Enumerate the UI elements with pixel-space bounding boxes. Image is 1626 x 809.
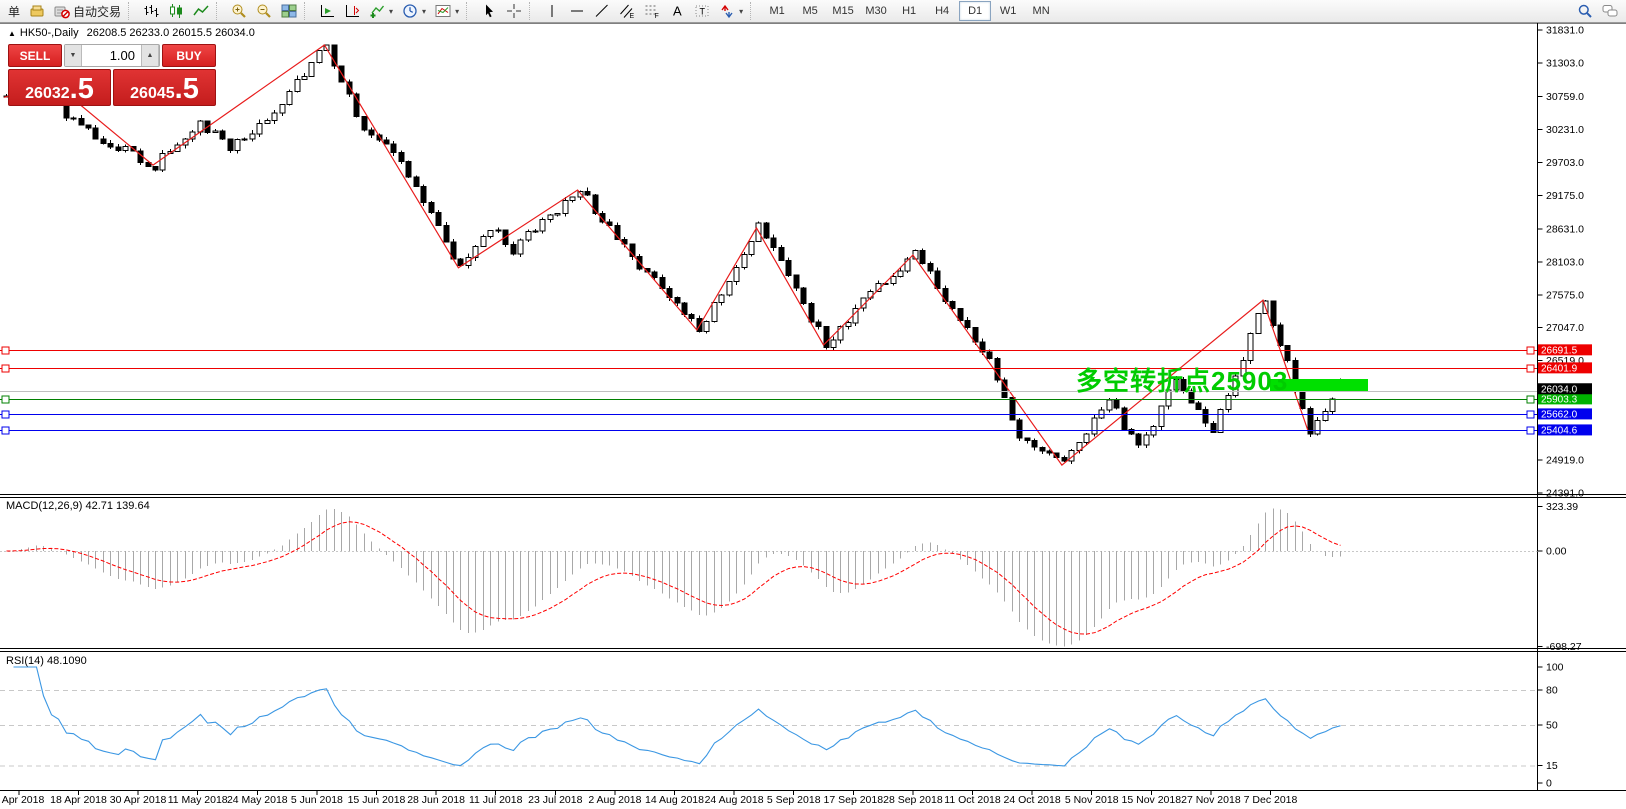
svg-text:24 May 2018: 24 May 2018 [227,794,288,806]
svg-text:29703.0: 29703.0 [1546,157,1584,169]
svg-text:6 Apr 2018: 6 Apr 2018 [0,794,44,806]
svg-text:24919.0: 24919.0 [1546,455,1584,467]
line-handle[interactable] [2,427,9,434]
sell-price-panel[interactable]: 26032.5 [8,69,111,106]
symbol-period-label: HK50-,Daily [20,27,79,39]
svg-text:7 Dec 2018: 7 Dec 2018 [1244,794,1298,806]
mt4-window: 单自动交易▾▾▾EFAT▾M1M5M15M30H1H4D1W1MN 31831.… [0,0,1626,809]
svg-text:24 Aug 2018: 24 Aug 2018 [705,794,764,806]
svg-text:30231.0: 30231.0 [1546,124,1584,136]
svg-text:11 Jul 2018: 11 Jul 2018 [469,794,523,806]
line-handle[interactable] [1527,396,1534,403]
svg-text:27575.0: 27575.0 [1546,289,1584,301]
svg-text:24 Oct 2018: 24 Oct 2018 [1003,794,1060,806]
price-axis: 31831.0 31303.0 30759.0 30231.0 29703.0 29175… [1538,25,1585,790]
chart-canvas: 31831.0 31303.0 30759.0 30231.0 29703.0 29175… [0,0,1626,809]
svg-text:17 Sep 2018: 17 Sep 2018 [824,794,884,806]
svg-text:24391.0: 24391.0 [1546,488,1584,500]
svg-text:28631.0: 28631.0 [1546,224,1584,236]
ohlc-values: 26208.5 26233.0 26015.5 26034.0 [87,27,255,39]
line-handle[interactable] [2,411,9,418]
svg-text:28103.0: 28103.0 [1546,256,1584,268]
svg-text:0.00: 0.00 [1546,546,1567,558]
volume-increase-button[interactable]: ▲ [141,45,159,66]
line-handle[interactable] [2,365,9,372]
svg-text:25903.3: 25903.3 [1541,394,1578,405]
line-handle[interactable] [1527,365,1534,372]
line-handle[interactable] [1527,347,1534,354]
candlestick-series [4,44,1343,464]
sell-price-frac: .5 [70,77,94,102]
svg-text:-698.27: -698.27 [1546,641,1582,653]
rsi-indicator-label: RSI(14) 48.1090 [6,655,87,667]
svg-text:26401.9: 26401.9 [1541,363,1578,374]
svg-text:14 Aug 2018: 14 Aug 2018 [645,794,704,806]
buy-price-main: 26045 [130,86,175,102]
price-tag: 26034.0 [1538,383,1592,395]
volume-stepper: ▼ 1.00 ▲ [64,44,160,67]
svg-text:25662.0: 25662.0 [1541,409,1578,420]
price-tag: 25404.6 [1538,424,1592,436]
svg-text:80: 80 [1546,685,1558,697]
svg-text:18 Apr 2018: 18 Apr 2018 [50,794,107,806]
line-handle[interactable] [2,396,9,403]
line-handle[interactable] [2,347,9,354]
svg-text:27 Nov 2018: 27 Nov 2018 [1181,794,1241,806]
svg-text:30 Apr 2018: 30 Apr 2018 [110,794,167,806]
pane-frames [0,23,1626,791]
macd-signal-line [7,522,1341,634]
svg-text:5 Nov 2018: 5 Nov 2018 [1065,794,1119,806]
svg-text:50: 50 [1546,720,1558,732]
svg-text:15 Nov 2018: 15 Nov 2018 [1122,794,1182,806]
svg-text:5 Jun 2018: 5 Jun 2018 [291,794,343,806]
svg-text:11 Oct 2018: 11 Oct 2018 [944,794,1001,806]
svg-text:0: 0 [1546,778,1552,790]
svg-text:23 Jul 2018: 23 Jul 2018 [528,794,582,806]
volume-decrease-button[interactable]: ▼ [65,45,82,66]
svg-text:323.39: 323.39 [1546,501,1578,513]
buy-button[interactable]: BUY [162,44,216,67]
price-tag: 26401.9 [1538,362,1592,374]
buy-price-panel[interactable]: 26045.5 [113,69,216,106]
line-handle[interactable] [1527,427,1534,434]
svg-text:28 Sep 2018: 28 Sep 2018 [883,794,943,806]
svg-text:100: 100 [1546,662,1564,674]
one-click-trading-panel: SELL ▼ 1.00 ▲ BUY 26032.5 26045.5 [8,44,216,106]
svg-text:27047.0: 27047.0 [1546,322,1584,334]
volume-value[interactable]: 1.00 [82,48,141,63]
chart-title: ▲ HK50-,Daily 26208.5 26233.0 26015.5 2603… [8,27,255,39]
svg-text:26691.5: 26691.5 [1541,345,1578,356]
svg-text:28 Jun 2018: 28 Jun 2018 [407,794,465,806]
line-handle[interactable] [1527,411,1534,418]
svg-text:15: 15 [1546,760,1558,772]
svg-text:30759.0: 30759.0 [1546,91,1584,103]
rsi-line [14,667,1341,766]
svg-text:25404.6: 25404.6 [1541,425,1578,436]
date-axis: 6 Apr 2018 18 Apr 201830 Apr 201811 May 2… [0,791,1298,806]
macd-indicator-label: MACD(12,26,9) 42.71 139.64 [6,500,150,512]
svg-text:29175.0: 29175.0 [1546,190,1584,202]
svg-text:11 May 2018: 11 May 2018 [168,794,228,806]
svg-text:15 Jun 2018: 15 Jun 2018 [348,794,406,806]
svg-text:5 Sep 2018: 5 Sep 2018 [767,794,821,806]
collapse-panel-icon[interactable]: ▲ [8,29,16,38]
chart-annotation-text[interactable]: 多空转折点25903 [1076,361,1288,398]
price-tag: 26691.5 [1538,344,1592,356]
svg-text:26034.0: 26034.0 [1541,384,1578,395]
price-tag: 25662.0 [1538,408,1592,420]
macd-histogram [22,509,1341,647]
svg-text:31303.0: 31303.0 [1546,57,1584,69]
sell-price-main: 26032 [25,86,70,102]
svg-text:2 Aug 2018: 2 Aug 2018 [588,794,641,806]
sell-button[interactable]: SELL [8,44,62,67]
svg-text:31831.0: 31831.0 [1546,25,1584,37]
buy-price-frac: .5 [175,77,199,102]
